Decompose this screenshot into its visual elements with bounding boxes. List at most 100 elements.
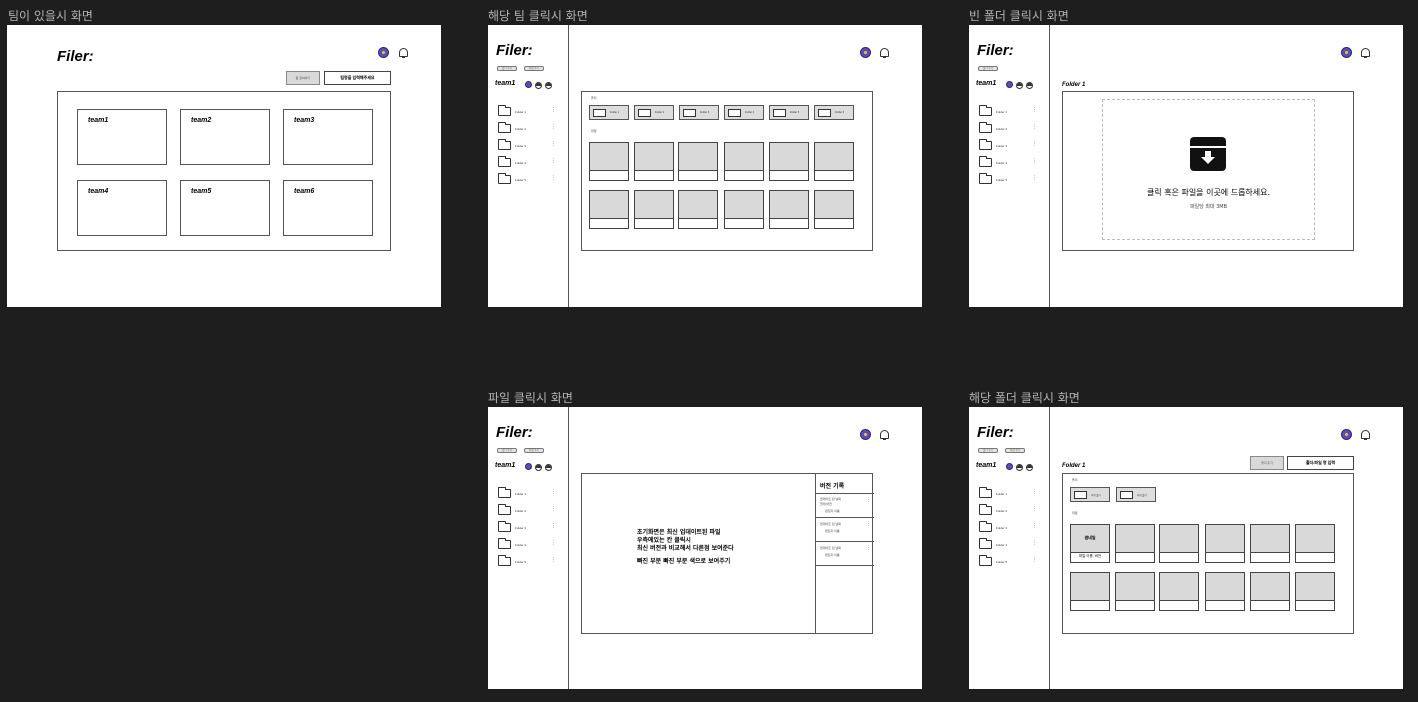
sidebar-folder-label[interactable]: Folder 1 bbox=[515, 110, 526, 114]
add-file-pill[interactable]: 파일 추가 bbox=[524, 66, 544, 71]
file-card[interactable] bbox=[589, 142, 629, 181]
version-item[interactable]: 업데이트 된 날짜 편집자 이름 ⋮ bbox=[816, 518, 874, 542]
sidebar-folder-label[interactable]: Folder 1 bbox=[996, 492, 1007, 496]
file-card[interactable] bbox=[814, 190, 854, 229]
join-team-button[interactable]: 팀 참여하기 bbox=[286, 71, 320, 85]
name-input-button[interactable]: 폴더/파일 명 입력 bbox=[1287, 456, 1354, 470]
more-icon[interactable]: ⋮ bbox=[1032, 176, 1037, 181]
sidebar-folder-label[interactable]: Folder 3 bbox=[515, 144, 526, 148]
team-card[interactable]: team6 bbox=[283, 180, 373, 236]
more-icon[interactable]: ⋮ bbox=[551, 507, 556, 512]
file-card[interactable] bbox=[634, 190, 674, 229]
file-card[interactable] bbox=[769, 142, 809, 181]
team-name-input-button[interactable]: 팀명을 입력해주세요 bbox=[324, 71, 391, 85]
folder-chip[interactable]: Folder 5 bbox=[769, 105, 809, 120]
file-card[interactable] bbox=[1205, 524, 1245, 563]
team-card[interactable]: team3 bbox=[283, 109, 373, 165]
sidebar-folder-label[interactable]: Folder 2 bbox=[996, 127, 1007, 131]
bell-icon[interactable] bbox=[1361, 430, 1370, 440]
sidebar-folder-label[interactable]: Folder 3 bbox=[996, 144, 1007, 148]
more-icon[interactable]: ⋮ bbox=[551, 524, 556, 529]
file-card[interactable] bbox=[1295, 524, 1335, 563]
logo[interactable]: Filer: bbox=[496, 42, 533, 59]
file-card[interactable] bbox=[634, 142, 674, 181]
subfolder-chip[interactable]: 하위 폴더 bbox=[1070, 487, 1110, 502]
more-icon[interactable]: ⋮ bbox=[1032, 108, 1037, 113]
more-icon[interactable]: ⋮ bbox=[1032, 490, 1037, 495]
team-card[interactable]: team5 bbox=[180, 180, 270, 236]
file-card[interactable] bbox=[1115, 524, 1155, 563]
bell-icon[interactable] bbox=[880, 48, 889, 58]
more-icon[interactable]: ⋮ bbox=[1032, 541, 1037, 546]
sidebar-folder-label[interactable]: Folder 4 bbox=[996, 161, 1007, 165]
more-icon[interactable]: ⋮ bbox=[866, 546, 871, 551]
file-card[interactable] bbox=[1250, 524, 1290, 563]
file-card[interactable] bbox=[724, 190, 764, 229]
avatar[interactable] bbox=[378, 47, 389, 58]
drop-zone[interactable]: 클릭 혹은 파일을 이곳에 드롭하세요. 파일당 최대 3MB bbox=[1102, 99, 1315, 240]
file-card[interactable] bbox=[1070, 572, 1110, 611]
more-icon[interactable]: ⋮ bbox=[551, 558, 556, 563]
more-icon[interactable]: ⋮ bbox=[1032, 125, 1037, 130]
version-item[interactable]: 업데이트 된 날짜 현재 버전 편집자 이름 ⋮ bbox=[816, 494, 874, 518]
team-card[interactable]: team1 bbox=[77, 109, 167, 165]
more-icon[interactable]: ⋮ bbox=[551, 490, 556, 495]
file-card[interactable] bbox=[589, 190, 629, 229]
sidebar-folder-label[interactable]: Folder 5 bbox=[996, 560, 1007, 564]
sidebar-folder-label[interactable]: Folder 5 bbox=[515, 560, 526, 564]
bell-icon[interactable] bbox=[1361, 48, 1370, 58]
more-icon[interactable]: ⋮ bbox=[1032, 142, 1037, 147]
add-folder-button[interactable]: 폴더 추가 bbox=[1250, 456, 1284, 470]
more-icon[interactable]: ⋮ bbox=[551, 125, 556, 130]
more-icon[interactable]: ⋮ bbox=[1032, 159, 1037, 164]
add-folder-pill[interactable]: 폴더 추가 bbox=[497, 66, 517, 71]
folder-chip[interactable]: Folder 6 bbox=[814, 105, 854, 120]
folder-chip[interactable]: Folder 4 bbox=[724, 105, 764, 120]
file-card[interactable] bbox=[1159, 572, 1199, 611]
logo[interactable]: Filer: bbox=[57, 48, 94, 65]
more-icon[interactable]: ⋮ bbox=[1032, 507, 1037, 512]
file-card[interactable] bbox=[678, 142, 718, 181]
sidebar-folder-label[interactable]: Folder 4 bbox=[515, 161, 526, 165]
logo[interactable]: Filer: bbox=[496, 424, 533, 441]
avatar[interactable] bbox=[1341, 429, 1352, 440]
sidebar-folder-label[interactable]: Folder 2 bbox=[996, 509, 1007, 513]
subfolder-chip[interactable]: 하위 폴더 bbox=[1116, 487, 1156, 502]
sidebar-folder-label[interactable]: Folder 2 bbox=[515, 127, 526, 131]
sidebar-folder-label[interactable]: Folder 3 bbox=[515, 526, 526, 530]
bell-icon[interactable] bbox=[880, 430, 889, 440]
sidebar-folder-label[interactable]: Folder 4 bbox=[996, 543, 1007, 547]
file-card[interactable] bbox=[1295, 572, 1335, 611]
more-icon[interactable]: ⋮ bbox=[551, 541, 556, 546]
logo[interactable]: Filer: bbox=[977, 42, 1014, 59]
sidebar-folder-label[interactable]: Folder 2 bbox=[515, 509, 526, 513]
more-icon[interactable]: ⋮ bbox=[1032, 558, 1037, 563]
file-card[interactable] bbox=[724, 142, 764, 181]
more-icon[interactable]: ⋮ bbox=[551, 159, 556, 164]
team-card[interactable]: team4 bbox=[77, 180, 167, 236]
version-item[interactable]: 업데이트 된 날짜 편집자 이름 ⋮ bbox=[816, 542, 874, 566]
more-icon[interactable]: ⋮ bbox=[1032, 524, 1037, 529]
avatar[interactable] bbox=[860, 429, 871, 440]
team-card[interactable]: team2 bbox=[180, 109, 270, 165]
sidebar-folder-label[interactable]: Folder 3 bbox=[996, 526, 1007, 530]
file-card[interactable] bbox=[1250, 572, 1290, 611]
folder-chip[interactable]: Folder 2 bbox=[634, 105, 674, 120]
file-card[interactable] bbox=[769, 190, 809, 229]
logo[interactable]: Filer: bbox=[977, 424, 1014, 441]
add-folder-pill[interactable]: 폴더 추가 bbox=[497, 448, 517, 453]
sidebar-folder-label[interactable]: Folder 4 bbox=[515, 543, 526, 547]
avatar[interactable] bbox=[1341, 47, 1352, 58]
file-card[interactable] bbox=[814, 142, 854, 181]
sidebar-folder-label[interactable]: Folder 1 bbox=[515, 492, 526, 496]
file-card[interactable] bbox=[1115, 572, 1155, 611]
more-icon[interactable]: ⋮ bbox=[551, 108, 556, 113]
file-card[interactable] bbox=[678, 190, 718, 229]
folder-chip[interactable]: Folder 3 bbox=[679, 105, 719, 120]
add-folder-pill[interactable]: 폴더 추가 bbox=[978, 448, 998, 453]
sidebar-folder-label[interactable]: Folder 5 bbox=[515, 178, 526, 182]
avatar[interactable] bbox=[860, 47, 871, 58]
more-icon[interactable]: ⋮ bbox=[551, 176, 556, 181]
file-card[interactable] bbox=[1205, 572, 1245, 611]
add-file-pill[interactable]: 파일 추가 bbox=[524, 448, 544, 453]
